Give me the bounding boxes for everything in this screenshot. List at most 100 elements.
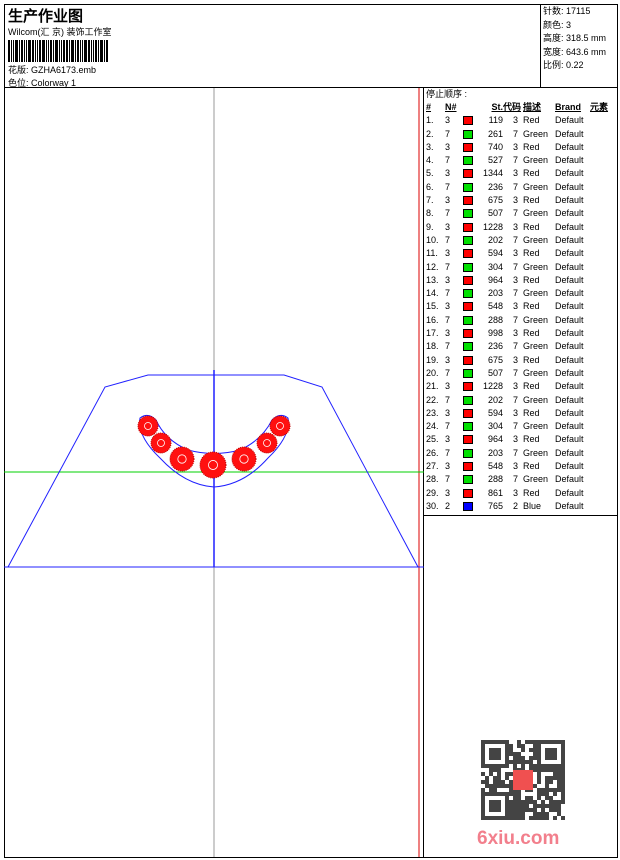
cell: 7 <box>445 421 451 432</box>
cell: 7 <box>512 155 518 166</box>
cell: 7 <box>512 394 518 405</box>
cell: Default <box>555 487 584 498</box>
cell: Default <box>555 381 584 392</box>
color-swatch <box>463 261 477 274</box>
cell: 7 <box>445 261 451 272</box>
cell: 998 <box>487 328 503 339</box>
col-index: # <box>426 102 432 112</box>
cell: 1344 <box>482 168 503 179</box>
color-swatch-box <box>463 488 473 498</box>
color-swatch <box>463 167 477 180</box>
cell: Default <box>555 221 584 232</box>
cell: 24. <box>426 421 439 432</box>
table-row: 26. 7 203 7 Green Default <box>426 447 617 460</box>
col-stitches: St. <box>491 102 503 112</box>
color-swatch <box>463 367 477 380</box>
cell: 29. <box>426 487 439 498</box>
color-swatch-box <box>463 501 473 511</box>
table-row: 27. 3 548 3 Red Default <box>426 460 617 473</box>
color-swatch-box <box>463 262 473 272</box>
color-swatch-box <box>463 116 473 126</box>
cell: 740 <box>487 141 503 152</box>
cell: 7 <box>445 341 451 352</box>
cell: Default <box>555 341 584 352</box>
cell: 13. <box>426 274 439 285</box>
table-row: 4. 7 527 7 Green Default <box>426 154 617 167</box>
cell: 3 <box>512 274 518 285</box>
cell: 548 <box>487 301 503 312</box>
cell: Default <box>555 407 584 418</box>
table-row: 29. 3 861 3 Red Default <box>426 487 617 500</box>
color-swatch <box>463 207 477 220</box>
table-row: 9. 3 1228 3 Red Default <box>426 221 617 234</box>
cell: 3 <box>512 115 518 126</box>
cell: Default <box>555 155 584 166</box>
cell: 3 <box>445 195 451 206</box>
header: 生产作业图 Wilcom(汇 京) 装饰工作室 花版: GZHA6173.emb… <box>4 4 618 88</box>
cell: Red <box>523 328 540 339</box>
cell: 202 <box>487 394 503 405</box>
cell: Default <box>555 261 584 272</box>
color-swatch-box <box>463 355 473 365</box>
cell: Green <box>523 128 549 139</box>
cell: 7 <box>445 128 451 139</box>
table-row: 13. 3 964 3 Red Default <box>426 274 617 287</box>
table-row: 8. 7 507 7 Green Default <box>426 207 617 220</box>
table-row: 6. 7 236 7 Green Default <box>426 181 617 194</box>
table-row: 22. 7 202 7 Green Default <box>426 394 617 407</box>
color-swatch <box>463 234 477 247</box>
table-row: 28. 7 288 7 Green Default <box>426 473 617 486</box>
table-row: 30. 2 765 2 Blue Default <box>426 500 617 513</box>
cell: Red <box>523 195 540 206</box>
cell: 3 <box>445 221 451 232</box>
cell: 507 <box>487 208 503 219</box>
cell: 304 <box>487 421 503 432</box>
cell: Default <box>555 461 584 472</box>
cell: 7 <box>445 181 451 192</box>
cell: 3 <box>512 354 518 365</box>
color-swatch <box>463 274 477 287</box>
cell: Green <box>523 394 549 405</box>
cell: 22. <box>426 394 439 405</box>
color-swatch <box>463 327 477 340</box>
table-row: 16. 7 288 7 Green Default <box>426 314 617 327</box>
cell: 7 <box>512 447 518 458</box>
cell: 548 <box>487 461 503 472</box>
color-swatch-box <box>463 408 473 418</box>
cell: 20. <box>426 367 439 378</box>
cell: 7 <box>445 367 451 378</box>
color-swatch-box <box>463 475 473 485</box>
color-swatch-box <box>463 235 473 245</box>
cell: Green <box>523 155 549 166</box>
col-description: 描述 <box>523 102 542 112</box>
cell: 3 <box>512 221 518 232</box>
color-swatch-box <box>463 249 473 259</box>
color-swatch-box <box>463 275 473 285</box>
cell: Default <box>555 288 584 299</box>
color-swatch <box>463 221 477 234</box>
colorway-label: 色位: <box>8 78 29 88</box>
cell: Default <box>555 301 584 312</box>
cell: 507 <box>487 367 503 378</box>
cell: Red <box>523 115 540 126</box>
cell: 3 <box>445 168 451 179</box>
col-swatch <box>463 101 477 114</box>
cell: Default <box>555 248 584 259</box>
table-row: 19. 3 675 3 Red Default <box>426 354 617 367</box>
color-swatch-box <box>463 169 473 179</box>
cell: 3 <box>445 407 451 418</box>
design-line: 花版: GZHA6173.emb <box>8 63 96 76</box>
cell: Green <box>523 367 549 378</box>
cell: 2 <box>512 500 518 511</box>
cell: 2 <box>445 500 451 511</box>
cell: 7 <box>512 181 518 192</box>
cell: 7 <box>445 394 451 405</box>
cell: 10. <box>426 234 439 245</box>
cell: 3 <box>512 328 518 339</box>
design-preview <box>4 88 424 857</box>
cell: 594 <box>487 407 503 418</box>
cell: Red <box>523 354 540 365</box>
table-row: 7. 3 675 3 Red Default <box>426 194 617 207</box>
cell: Default <box>555 434 584 445</box>
cell: 203 <box>487 447 503 458</box>
